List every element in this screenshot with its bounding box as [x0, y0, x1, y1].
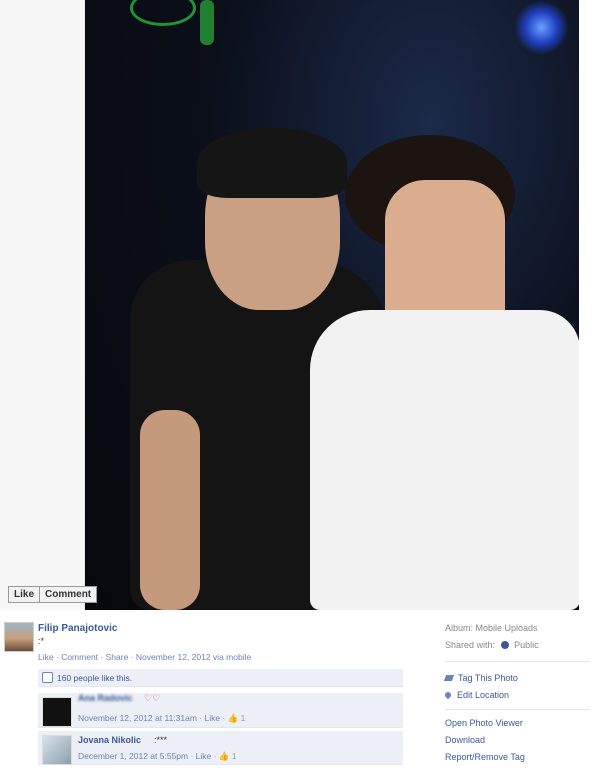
likes-count-link[interactable]: 160 people like this.	[57, 673, 132, 683]
separator: ·	[130, 652, 134, 662]
comment-like-count: 1	[231, 751, 237, 761]
left-gutter	[0, 0, 85, 610]
tag-icon	[443, 675, 455, 681]
likes-summary: 160 people like this.	[38, 669, 403, 687]
comment-date[interactable]: December 1, 2012 at 5:55pm	[78, 751, 188, 761]
like-button[interactable]: Like	[8, 586, 41, 603]
tag-photo-link[interactable]: Tag This Photo	[443, 673, 518, 683]
photo-subject-woman-dress	[310, 310, 579, 610]
comment-like-count: 1	[240, 713, 246, 723]
share-link[interactable]: Share	[106, 652, 129, 662]
comment-meta: December 1, 2012 at 5:55pm · Like · 👍 1	[78, 751, 237, 761]
comment-meta: November 12, 2012 at 11:31am · Like · 👍 …	[78, 713, 246, 723]
commenter-name[interactable]: Ana Radovic	[78, 693, 133, 703]
author-name[interactable]: Filip Panajotovic	[38, 623, 117, 634]
thumbs-up-icon: 👍	[218, 751, 230, 761]
comment-date[interactable]: November 12, 2012 at 11:31am	[78, 713, 197, 723]
shared-with-value[interactable]: Public	[514, 640, 539, 650]
thumbs-up-icon	[42, 672, 53, 683]
photo-subject-arm	[140, 410, 200, 610]
comment-text: :***	[154, 735, 168, 745]
post-date[interactable]: November 12, 2012 via mobile	[136, 652, 251, 662]
photo[interactable]	[85, 0, 579, 610]
comment-item: Jovana Nikolic :*** December 1, 2012 at …	[38, 731, 403, 765]
commenter-name[interactable]: Jovana Nikolic	[78, 735, 141, 745]
separator: ·	[55, 652, 59, 662]
report-remove-tag-link[interactable]: Report/Remove Tag	[445, 752, 525, 762]
photo-actions: Like Comment	[8, 586, 98, 603]
edit-location-link[interactable]: Edit Location	[443, 690, 509, 700]
shared-with: Shared with: Public	[445, 640, 539, 650]
comment-like-link[interactable]: Like	[205, 713, 221, 723]
club-light	[200, 0, 214, 45]
club-light	[514, 0, 569, 55]
download-link[interactable]: Download	[445, 735, 485, 745]
comment-item: Ana Radovic ♡♡ November 12, 2012 at 11:3…	[38, 693, 403, 728]
comment-button[interactable]: Comment	[39, 586, 98, 603]
post-meta: Like · Comment · Share · November 12, 20…	[38, 652, 251, 662]
author-avatar[interactable]	[4, 622, 34, 652]
divider	[445, 661, 590, 662]
thumbs-up-icon: 👍	[227, 713, 239, 723]
album-link[interactable]: Album: Mobile Uploads	[445, 623, 538, 633]
shared-with-label: Shared with:	[445, 640, 496, 650]
comment-link[interactable]: Comment	[61, 652, 98, 662]
comment-like-link[interactable]: Like	[196, 751, 212, 761]
commenter-avatar[interactable]	[42, 697, 72, 727]
globe-icon	[500, 641, 509, 649]
post-caption: :*	[38, 636, 45, 646]
photo-subject-man-hair	[197, 128, 347, 198]
open-photo-viewer-link[interactable]: Open Photo Viewer	[445, 718, 523, 728]
separator: ·	[100, 652, 104, 662]
like-link[interactable]: Like	[38, 652, 54, 662]
commenter-avatar[interactable]	[42, 735, 72, 765]
club-light	[130, 0, 196, 26]
location-pin-icon	[443, 690, 453, 700]
divider	[445, 709, 590, 710]
comment-text: ♡♡	[144, 693, 161, 703]
